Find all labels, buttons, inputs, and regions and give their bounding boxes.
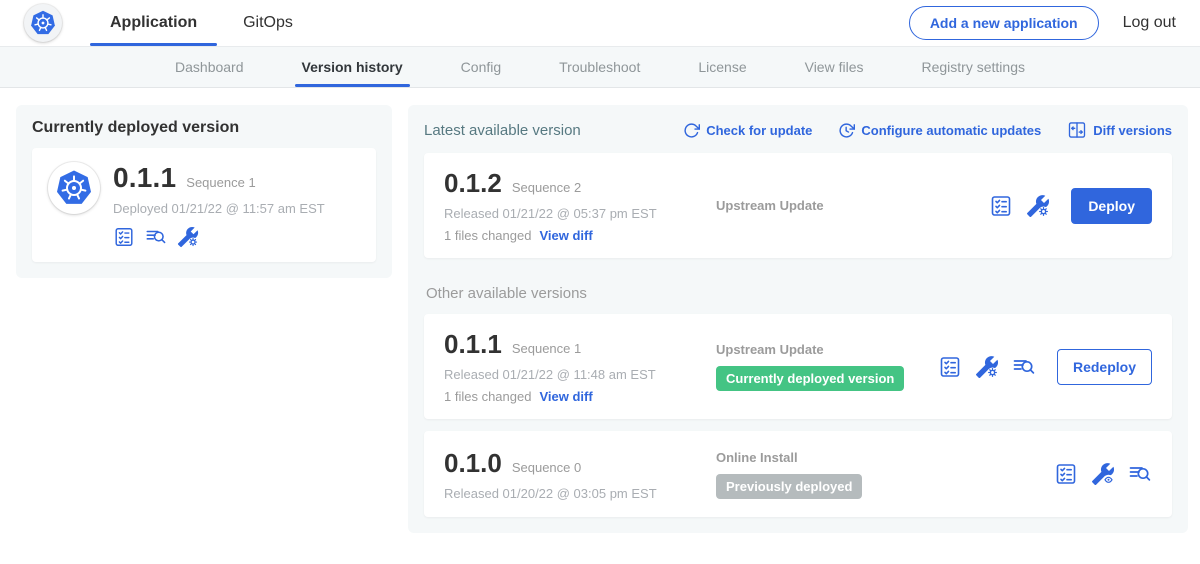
- latest-available-title: Latest available version: [424, 122, 581, 139]
- view-diff-link[interactable]: View diff: [539, 389, 592, 404]
- previously-deployed-badge: Previously deployed: [716, 474, 862, 499]
- version-card-0-1-2: 0.1.2 Sequence 2 Released 01/21/22 @ 05:…: [424, 153, 1172, 258]
- app-nav-tabs: Application GitOps: [96, 0, 325, 46]
- deployed-version-card: 0.1.1 Sequence 1 Deployed 01/21/22 @ 11:…: [32, 148, 376, 262]
- app-sub-nav: Dashboard Version history Config Trouble…: [0, 46, 1200, 88]
- deployed-sequence-label: Sequence 1: [186, 175, 255, 190]
- released-timestamp: Released 01/21/22 @ 11:48 am EST: [444, 367, 694, 382]
- schedule-update-icon: [838, 122, 855, 139]
- version-history-page: Currently deployed version 0.1.1 Sequenc…: [0, 88, 1200, 563]
- tab-config[interactable]: Config: [432, 47, 530, 87]
- deployed-panel-title: Currently deployed version: [32, 119, 376, 137]
- app-kubernetes-icon: [48, 162, 100, 214]
- preflight-checks-icon[interactable]: [989, 194, 1013, 218]
- sequence-label: Sequence 0: [512, 460, 581, 475]
- sequence-label: Sequence 1: [512, 341, 581, 356]
- deploy-button[interactable]: Deploy: [1071, 188, 1152, 224]
- configure-automatic-updates-label: Configure automatic updates: [861, 123, 1041, 138]
- version-card-0-1-0: 0.1.0 Sequence 0 Released 01/20/22 @ 03:…: [424, 431, 1172, 517]
- versions-panel-header: Latest available version Check for updat…: [424, 119, 1172, 141]
- edit-config-icon[interactable]: [1026, 194, 1050, 218]
- deployed-version-number: 0.1.1: [113, 162, 176, 194]
- top-nav-right: Add a new application Log out: [909, 0, 1176, 46]
- view-deploy-logs-icon[interactable]: [145, 226, 167, 248]
- version-source: Upstream Update: [694, 198, 989, 213]
- add-application-button[interactable]: Add a new application: [909, 6, 1099, 40]
- diff-versions-link[interactable]: Diff versions: [1067, 120, 1172, 140]
- view-config-icon[interactable]: [1091, 462, 1115, 486]
- version-actions: Check for update Configure automatic upd…: [683, 120, 1172, 140]
- available-versions-panel: Latest available version Check for updat…: [408, 105, 1188, 533]
- preflight-checks-icon[interactable]: [113, 226, 135, 248]
- currently-deployed-badge: Currently deployed version: [716, 366, 904, 391]
- version-source: Upstream Update Currently deployed versi…: [694, 342, 938, 391]
- tab-application[interactable]: Application: [96, 0, 211, 46]
- preflight-checks-icon[interactable]: [938, 355, 962, 379]
- view-deploy-logs-icon[interactable]: [1012, 355, 1036, 379]
- version-number: 0.1.1: [444, 329, 502, 360]
- configure-automatic-updates-link[interactable]: Configure automatic updates: [838, 122, 1041, 139]
- top-nav: Application GitOps Add a new application…: [0, 0, 1200, 46]
- tab-troubleshoot[interactable]: Troubleshoot: [530, 47, 669, 87]
- edit-config-icon[interactable]: [975, 355, 999, 379]
- diff-versions-label: Diff versions: [1093, 123, 1172, 138]
- view-diff-link[interactable]: View diff: [539, 228, 592, 243]
- tab-license[interactable]: License: [669, 47, 775, 87]
- version-card-0-1-1: 0.1.1 Sequence 1 Released 01/21/22 @ 11:…: [424, 314, 1172, 419]
- source-label: Upstream Update: [716, 198, 989, 213]
- refresh-icon: [683, 122, 700, 139]
- preflight-checks-icon[interactable]: [1054, 462, 1078, 486]
- redeploy-button[interactable]: Redeploy: [1057, 349, 1152, 385]
- version-card-actions: Redeploy: [938, 349, 1152, 385]
- files-changed-label: 1 files changed: [444, 228, 531, 243]
- version-source: Online Install Previously deployed: [694, 450, 1054, 499]
- diff-icon: [1067, 120, 1087, 140]
- deployed-version-info: 0.1.1 Sequence 1 Deployed 01/21/22 @ 11:…: [113, 162, 325, 248]
- version-card-actions: Deploy: [989, 188, 1152, 224]
- tab-dashboard[interactable]: Dashboard: [146, 47, 273, 87]
- currently-deployed-panel: Currently deployed version 0.1.1 Sequenc…: [16, 105, 392, 278]
- view-deploy-logs-icon[interactable]: [1128, 462, 1152, 486]
- tab-version-history[interactable]: Version history: [273, 47, 432, 87]
- kots-admin-console: Application GitOps Add a new application…: [0, 0, 1200, 564]
- version-info: 0.1.2 Sequence 2 Released 01/21/22 @ 05:…: [444, 168, 694, 243]
- logout-button[interactable]: Log out: [1123, 14, 1176, 32]
- source-label: Upstream Update: [716, 342, 938, 357]
- released-timestamp: Released 01/21/22 @ 05:37 pm EST: [444, 206, 694, 221]
- kubernetes-logo-icon: [24, 4, 62, 42]
- version-number: 0.1.2: [444, 168, 502, 199]
- source-label: Online Install: [716, 450, 1054, 465]
- check-for-update-label: Check for update: [706, 123, 812, 138]
- version-info: 0.1.1 Sequence 1 Released 01/21/22 @ 11:…: [444, 329, 694, 404]
- edit-config-icon[interactable]: [177, 226, 199, 248]
- tab-view-files[interactable]: View files: [776, 47, 893, 87]
- deployed-timestamp: Deployed 01/21/22 @ 11:57 am EST: [113, 201, 325, 216]
- tab-registry-settings[interactable]: Registry settings: [893, 47, 1054, 87]
- version-card-actions: [1054, 462, 1152, 486]
- released-timestamp: Released 01/20/22 @ 03:05 pm EST: [444, 486, 694, 501]
- check-for-update-link[interactable]: Check for update: [683, 122, 812, 139]
- tab-gitops[interactable]: GitOps: [229, 0, 307, 46]
- version-info: 0.1.0 Sequence 0 Released 01/20/22 @ 03:…: [444, 448, 694, 501]
- sequence-label: Sequence 2: [512, 180, 581, 195]
- other-versions-title: Other available versions: [426, 285, 1170, 302]
- version-number: 0.1.0: [444, 448, 502, 479]
- files-changed-label: 1 files changed: [444, 389, 531, 404]
